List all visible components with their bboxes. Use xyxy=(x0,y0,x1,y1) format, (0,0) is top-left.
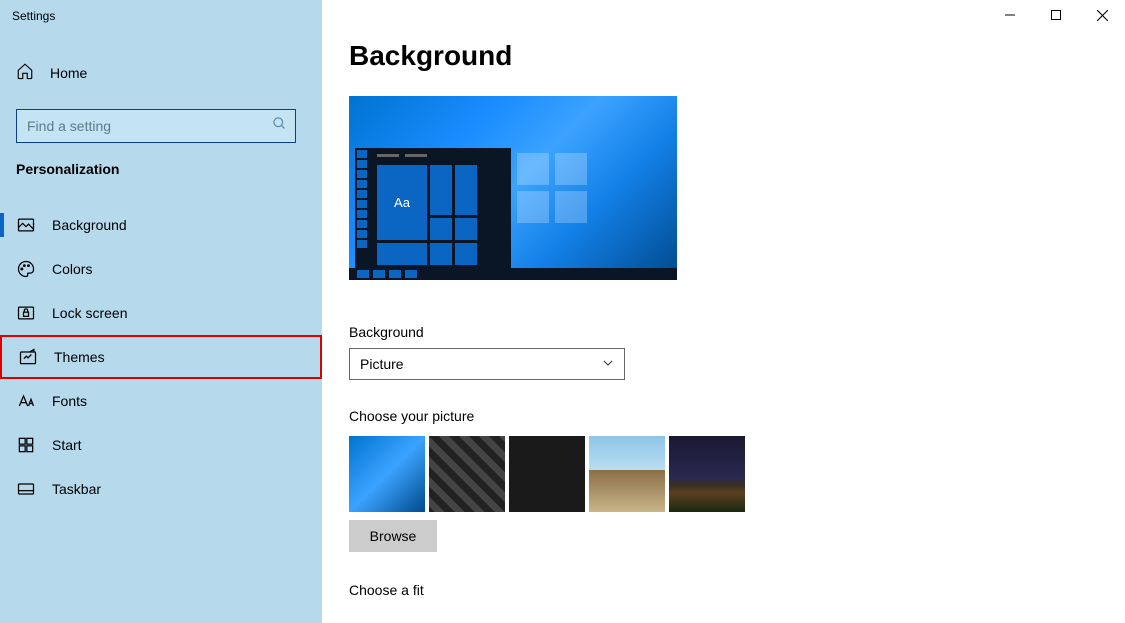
maximize-button[interactable] xyxy=(1033,0,1079,30)
window-controls xyxy=(987,0,1125,30)
picture-thumbnails xyxy=(349,436,1125,512)
image-icon xyxy=(16,215,36,235)
picture-thumbnail[interactable] xyxy=(669,436,745,512)
main-content: Background Aa xyxy=(322,0,1125,623)
sidebar-item-lockscreen[interactable]: Lock screen xyxy=(0,291,322,335)
windows-logo-icon xyxy=(517,153,587,223)
sidebar-nav: Background Colors Lock screen Themes Fon xyxy=(0,203,322,511)
sidebar-home-label: Home xyxy=(50,65,87,81)
choose-fit-label: Choose a fit xyxy=(349,582,1125,598)
browse-button[interactable]: Browse xyxy=(349,520,437,552)
sidebar-item-label: Lock screen xyxy=(52,305,127,321)
sidebar-item-label: Start xyxy=(52,437,82,453)
sidebar-item-colors[interactable]: Colors xyxy=(0,247,322,291)
start-menu-preview: Aa xyxy=(355,148,511,268)
home-icon xyxy=(16,62,34,83)
picture-thumbnail[interactable] xyxy=(429,436,505,512)
sidebar-item-label: Background xyxy=(52,217,127,233)
lockscreen-icon xyxy=(16,303,36,323)
sidebar-item-background[interactable]: Background xyxy=(0,203,322,247)
minimize-button[interactable] xyxy=(987,0,1033,30)
fonts-icon xyxy=(16,391,36,411)
background-type-label: Background xyxy=(349,324,1125,340)
sidebar-item-label: Fonts xyxy=(52,393,87,409)
dropdown-value: Picture xyxy=(360,356,404,372)
picture-thumbnail[interactable] xyxy=(509,436,585,512)
picture-thumbnail[interactable] xyxy=(349,436,425,512)
search-box[interactable] xyxy=(16,109,296,143)
window-title: Settings xyxy=(0,0,322,32)
taskbar-icon xyxy=(16,479,36,499)
sidebar-item-fonts[interactable]: Fonts xyxy=(0,379,322,423)
preview-tile-text: Aa xyxy=(377,165,427,240)
sidebar-item-themes[interactable]: Themes xyxy=(0,335,322,379)
sidebar-item-label: Taskbar xyxy=(52,481,101,497)
close-button[interactable] xyxy=(1079,0,1125,30)
search-icon xyxy=(272,116,287,136)
search-input[interactable] xyxy=(17,110,295,142)
themes-icon xyxy=(18,347,38,367)
start-icon xyxy=(16,435,36,455)
sidebar-item-label: Themes xyxy=(54,349,105,365)
sidebar-item-taskbar[interactable]: Taskbar xyxy=(0,467,322,511)
sidebar-item-label: Colors xyxy=(52,261,92,277)
desktop-preview: Aa xyxy=(349,96,677,280)
sidebar-home[interactable]: Home xyxy=(0,50,322,95)
palette-icon xyxy=(16,259,36,279)
background-type-dropdown[interactable]: Picture xyxy=(349,348,625,380)
sidebar-section-title: Personalization xyxy=(0,143,322,185)
choose-picture-label: Choose your picture xyxy=(349,408,1125,424)
sidebar-item-start[interactable]: Start xyxy=(0,423,322,467)
picture-thumbnail[interactable] xyxy=(589,436,665,512)
taskbar-preview xyxy=(349,268,677,280)
chevron-down-icon xyxy=(602,356,614,372)
sidebar: Settings Home Personalization Background… xyxy=(0,0,322,623)
page-title: Background xyxy=(349,40,1125,72)
search-container xyxy=(16,109,306,143)
